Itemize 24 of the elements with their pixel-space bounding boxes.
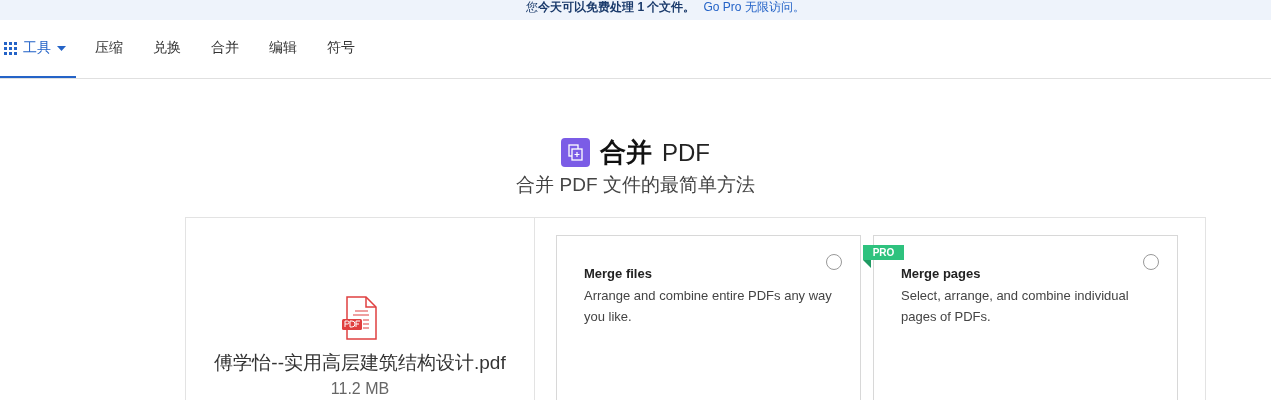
- option-card[interactable]: Merge files Arrange and combine entire PDFs any way you like.: [556, 235, 861, 400]
- nav-tab[interactable]: 合并: [200, 20, 250, 78]
- ribbon-fold-icon: [863, 260, 871, 268]
- grid-icon: [4, 41, 17, 55]
- caret-icon: [57, 45, 66, 51]
- nav-tab[interactable]: 工具: [0, 20, 76, 78]
- option-title: Merge files: [584, 266, 653, 281]
- option-description: Arrange and combine entire PDFs any way you like.: [584, 287, 833, 326]
- page-title-suffix: PDF: [662, 138, 710, 167]
- option-title: Merge pages: [901, 266, 982, 281]
- option-description: Select, arrange, and combine individual pages of PDFs.: [901, 287, 1130, 326]
- go-pro-link[interactable]: Go Pro 无限访问。: [703, 0, 805, 14]
- nav-tab[interactable]: 符号: [316, 20, 366, 78]
- merge-icon: [561, 138, 590, 167]
- file-size: 11.2 MB: [330, 380, 390, 398]
- page-subtitle: 合并 PDF 文件的最简单方法: [516, 173, 755, 197]
- file-name: 傅学怡--实用高层建筑结构设计.pdf: [214, 351, 506, 375]
- nav-tab[interactable]: 兑换: [142, 20, 192, 78]
- nav-tab[interactable]: 压缩: [84, 20, 134, 78]
- nav-tab[interactable]: 编辑: [258, 20, 308, 78]
- promo-text: 您今天可以免费处理 1 个文件。: [526, 0, 696, 14]
- page-title: 合并: [600, 136, 652, 169]
- pdf-file-icon: [341, 296, 379, 340]
- pro-badge: PRO: [863, 245, 904, 260]
